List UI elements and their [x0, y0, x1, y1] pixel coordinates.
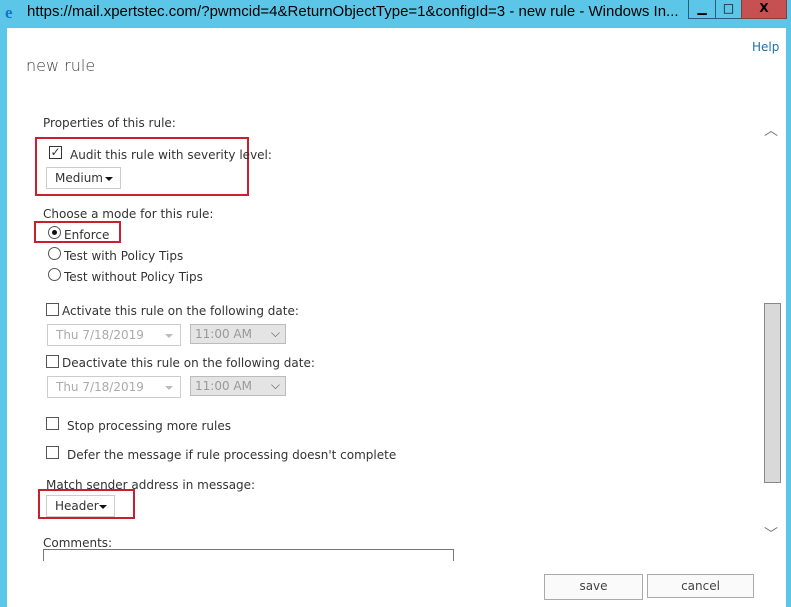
comments-label: Comments:: [43, 536, 113, 550]
test-with-tips-label: Test with Policy Tips: [64, 249, 184, 263]
maximize-button[interactable]: □: [715, 0, 742, 19]
caret-down-icon: [99, 505, 107, 509]
deactivate-label: Deactivate this rule on the following da…: [62, 356, 315, 370]
activate-time-select[interactable]: 11:00 AM ⌵: [190, 324, 286, 344]
deactivate-date: Thu 7/18/2019: [56, 380, 144, 394]
stop-processing-checkbox[interactable]: [46, 417, 59, 430]
internet-explorer-icon: e: [5, 3, 13, 22]
severity-value: Medium: [55, 171, 103, 185]
scroll-up-icon[interactable]: ︿: [764, 120, 778, 140]
cancel-button[interactable]: cancel: [647, 574, 754, 598]
audit-label: Audit this rule with severity level:: [70, 148, 272, 162]
caret-down-icon: [165, 334, 173, 338]
mode-label: Choose a mode for this rule:: [43, 207, 214, 221]
activate-label: Activate this rule on the following date…: [62, 304, 299, 318]
activate-checkbox[interactable]: [46, 303, 59, 316]
deactivate-date-picker[interactable]: Thu 7/18/2019: [47, 376, 181, 398]
activate-date: Thu 7/18/2019: [56, 328, 144, 342]
title-bar: e https://mail.xpertstec.com/?pwmcid=4&R…: [0, 0, 791, 28]
help-link[interactable]: Help: [752, 40, 779, 54]
severity-select[interactable]: Medium: [46, 167, 121, 189]
audit-checkbox[interactable]: ✓: [49, 146, 62, 159]
enforce-label: Enforce: [64, 228, 110, 242]
radio-test-without-tips[interactable]: [48, 268, 61, 281]
match-sender-select[interactable]: Header: [46, 495, 115, 517]
scroll-down-icon[interactable]: ﹀: [764, 524, 778, 544]
properties-label: Properties of this rule:: [43, 116, 176, 130]
caret-down-icon: [165, 386, 173, 390]
chevron-down-icon: ⌵: [270, 378, 280, 392]
stop-processing-label: Stop processing more rules: [67, 419, 231, 433]
comments-textarea[interactable]: [43, 549, 454, 561]
match-sender-value: Header: [55, 499, 99, 513]
window-title: https://mail.xpertstec.com/?pwmcid=4&Ret…: [27, 3, 679, 20]
radio-enforce[interactable]: [48, 226, 61, 239]
defer-label: Defer the message if rule processing doe…: [67, 448, 397, 462]
save-button[interactable]: save: [544, 574, 643, 600]
deactivate-checkbox[interactable]: [46, 355, 59, 368]
test-without-tips-label: Test without Policy Tips: [64, 270, 203, 284]
deactivate-time: 11:00 AM: [195, 379, 252, 393]
minimize-button[interactable]: ▁: [688, 0, 716, 19]
scrollbar-thumb[interactable]: [764, 303, 781, 483]
defer-checkbox[interactable]: [46, 446, 59, 459]
chevron-down-icon: ⌵: [270, 326, 280, 340]
activate-date-picker[interactable]: Thu 7/18/2019: [47, 324, 181, 346]
page-title: new rule: [26, 56, 96, 75]
radio-test-with-tips[interactable]: [48, 247, 61, 260]
caret-down-icon: [105, 177, 113, 181]
close-button[interactable]: X: [741, 0, 787, 19]
deactivate-time-select[interactable]: 11:00 AM ⌵: [190, 376, 286, 396]
activate-time: 11:00 AM: [195, 327, 252, 341]
